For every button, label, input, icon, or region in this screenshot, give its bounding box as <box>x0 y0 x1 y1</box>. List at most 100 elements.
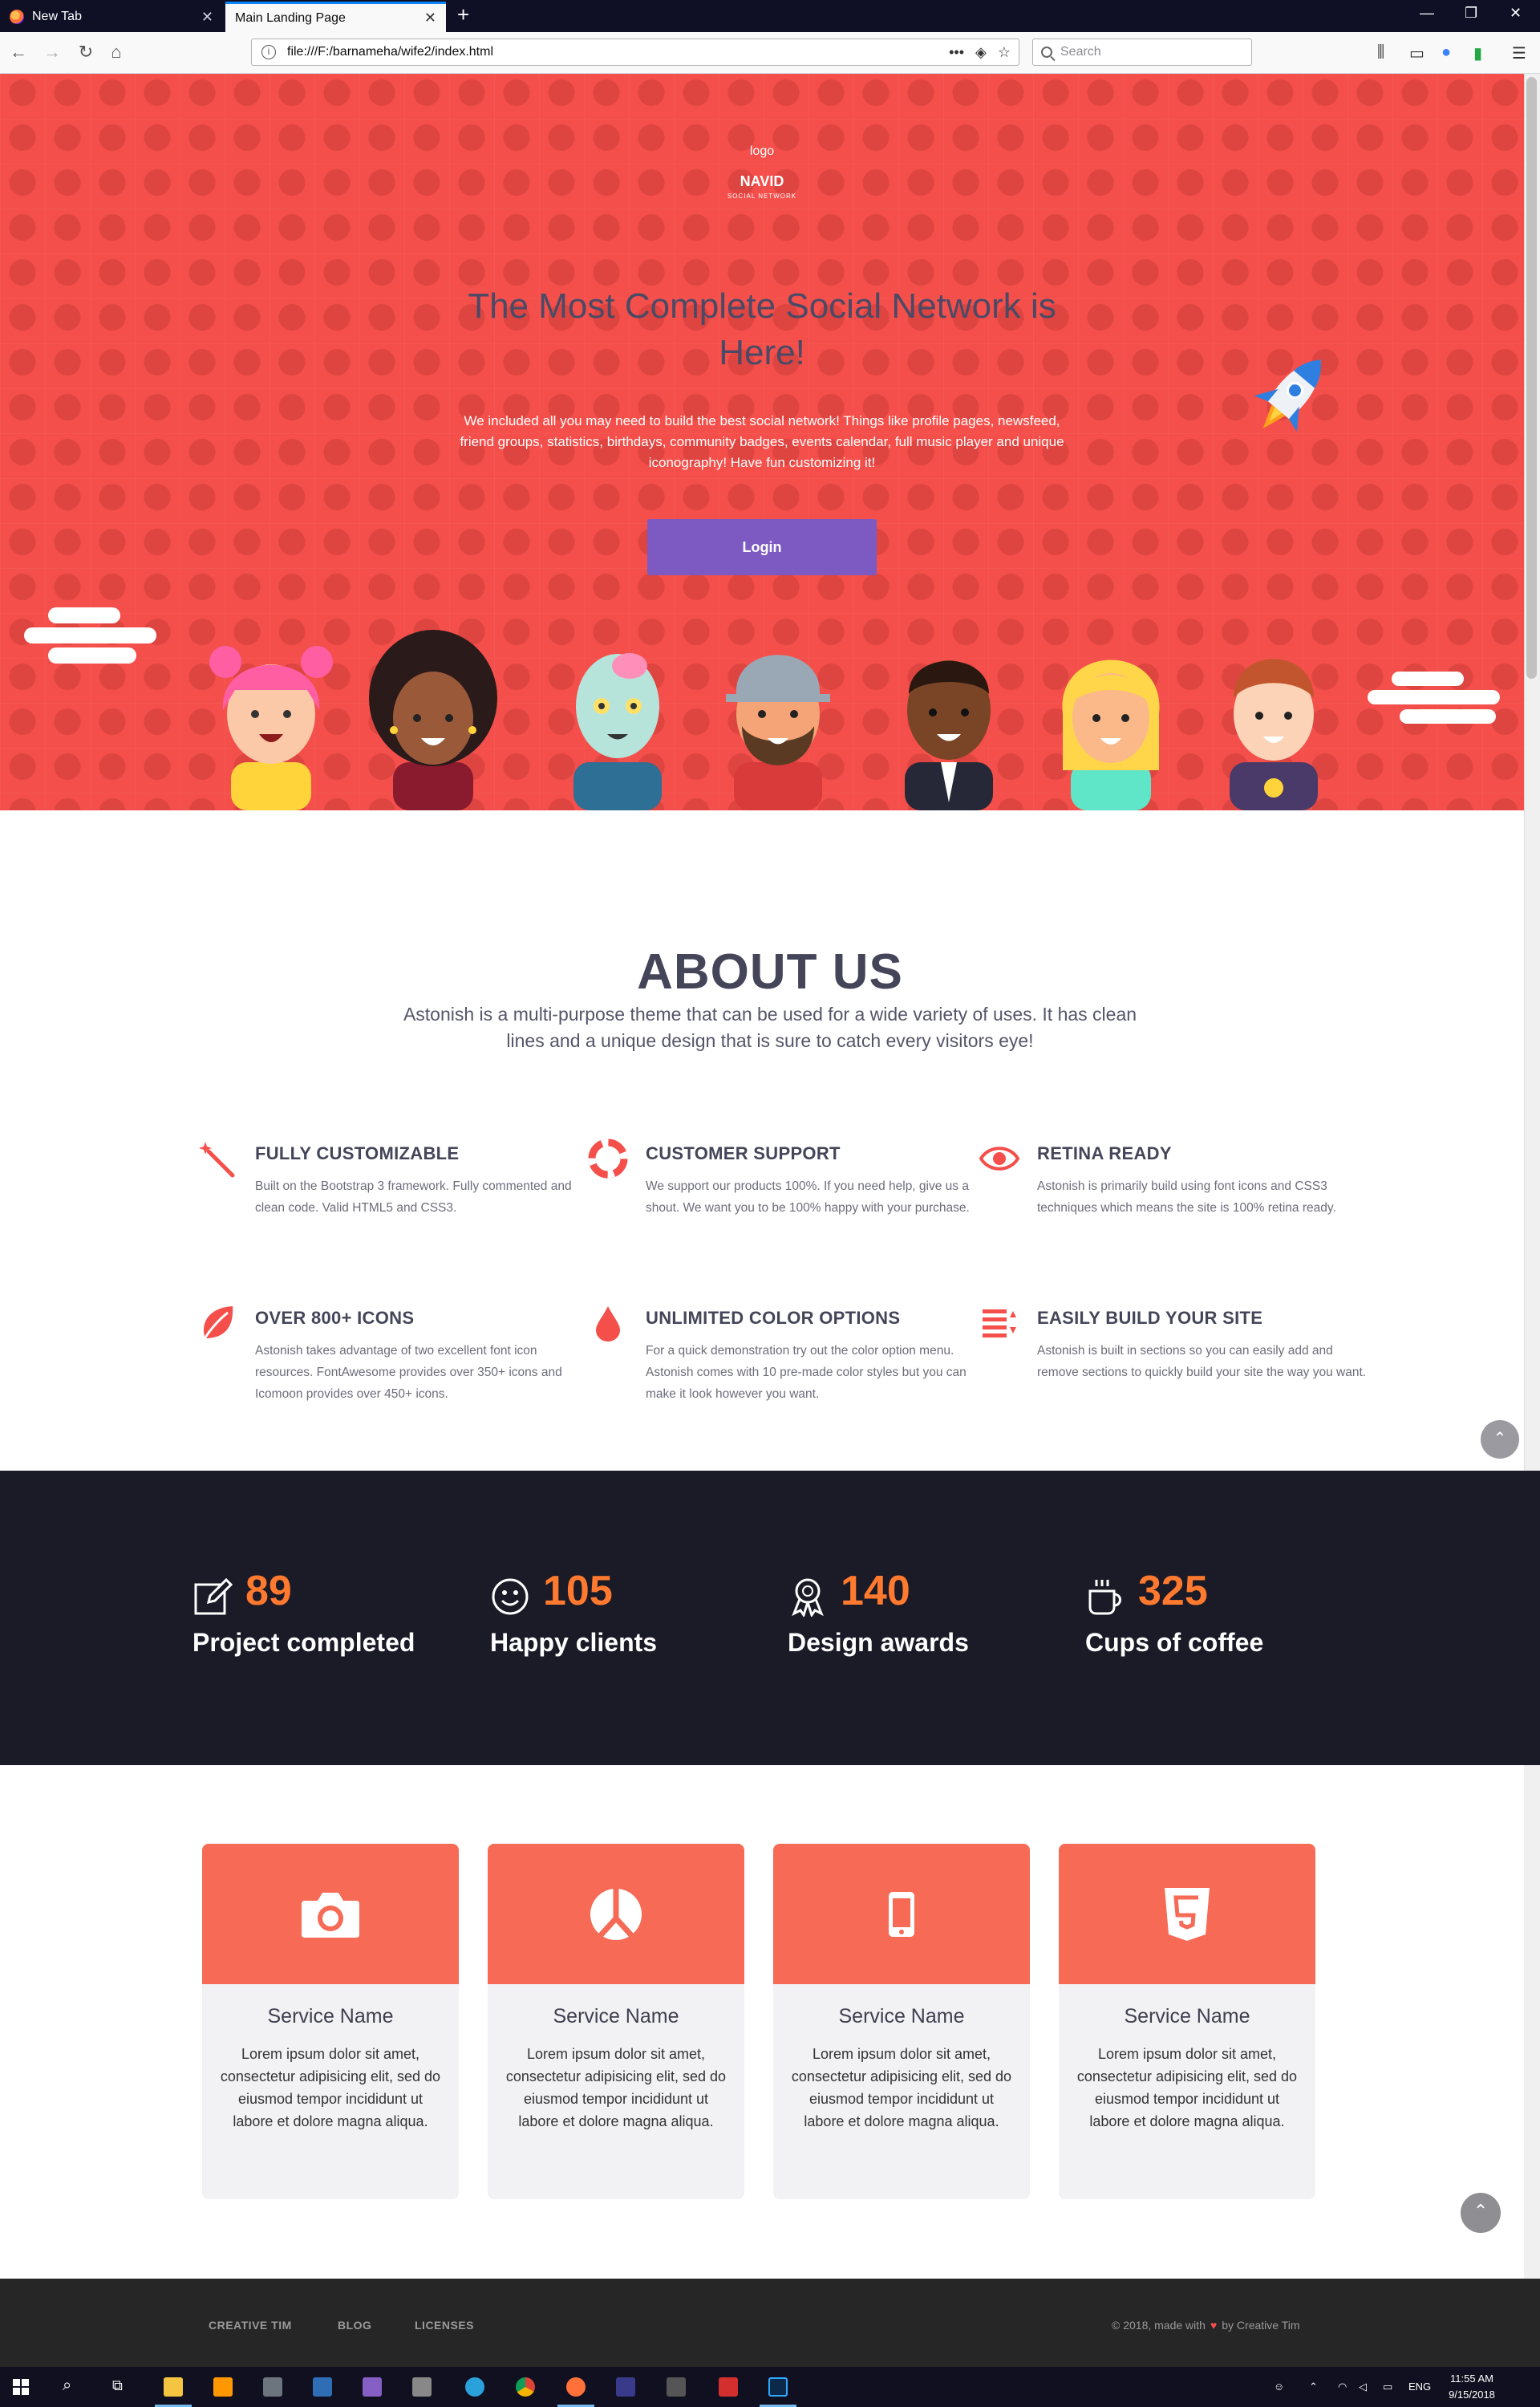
feature-text: Astonish takes advantage of two excellen… <box>255 1344 562 1401</box>
telegram-icon[interactable] <box>465 2377 484 2397</box>
service-title: Service Name <box>267 2005 394 2027</box>
windows-start-icon[interactable] <box>13 2379 29 2395</box>
footer-link-creative-tim[interactable]: CREATIVE TIM <box>209 2319 292 2332</box>
stat-label: Happy clients <box>490 1628 658 1657</box>
url-bar[interactable]: i file:///F:/barnameha/wife2/index.html … <box>251 39 1019 66</box>
feature-item: OVER 800+ ICONS Astonish takes advantage… <box>202 1306 592 1405</box>
stats-extension-icon[interactable]: ▮ <box>1473 43 1482 63</box>
calculator-icon[interactable] <box>667 2377 686 2397</box>
media-player-icon[interactable] <box>313 2377 332 2397</box>
scroll-to-top-button[interactable]: ⌃ <box>1481 1420 1519 1459</box>
cloud-left-illustration <box>24 607 156 664</box>
minimize-icon[interactable]: — <box>1420 5 1434 22</box>
cloud-right-illustration <box>1368 672 1500 724</box>
footer: CREATIVE TIM BLOG LICENSES © 2018, made … <box>0 2279 1540 2367</box>
service-card: Service Name Lorem ipsum dolor sit amet,… <box>202 1844 459 2199</box>
new-tab-button[interactable]: + <box>457 2 469 27</box>
reload-icon[interactable]: ↻ <box>75 42 96 63</box>
life-ring-icon <box>588 1139 628 1179</box>
restore-icon[interactable]: ❐ <box>1465 5 1477 22</box>
service-text: Lorem ipsum dolor sit amet, consectetur … <box>1076 2046 1298 2129</box>
feature-title: EASILY BUILD YOUR SITE <box>1037 1308 1263 1328</box>
filezilla-icon[interactable] <box>719 2377 738 2397</box>
network-icon[interactable]: ◠ <box>1338 2381 1347 2393</box>
search-icon[interactable]: ⌕ <box>63 2377 71 2395</box>
login-button[interactable]: Login <box>647 519 877 575</box>
info-icon[interactable]: i <box>261 45 276 59</box>
firefox-taskbar-icon[interactable] <box>566 2377 586 2397</box>
close-window-icon[interactable]: ✕ <box>1510 5 1522 22</box>
tab-new-tab[interactable]: New Tab ✕ <box>0 2 223 32</box>
character-redhead-boy <box>1230 659 1318 810</box>
feature-title: UNLIMITED COLOR OPTIONS <box>646 1308 901 1328</box>
heart-icon: ♥ <box>1210 2319 1218 2332</box>
store-icon[interactable] <box>263 2377 282 2397</box>
character-curly-hair-woman <box>369 630 497 810</box>
battery-icon[interactable]: ▭ <box>1383 2381 1392 2393</box>
edit-icon <box>194 1577 233 1615</box>
feature-title: RETINA READY <box>1037 1143 1172 1163</box>
peace-icon <box>590 1888 642 1940</box>
hero-section: logo NAVID SOCIAL NETWORK The Most Compl… <box>0 74 1524 810</box>
people-icon[interactable]: ☺ <box>1274 2381 1284 2393</box>
character-blonde-woman <box>1062 660 1160 810</box>
firefox-icon <box>10 10 24 24</box>
eye-icon <box>979 1147 1019 1171</box>
volume-icon[interactable]: ◁ <box>1359 2381 1367 2393</box>
feature-text: Astonish is built in sections so you can… <box>1037 1344 1367 1379</box>
file-explorer-icon[interactable] <box>164 2377 183 2397</box>
extension-icon[interactable]: ● <box>1441 43 1451 62</box>
tools-icon[interactable] <box>412 2377 432 2397</box>
about-description: Astonish is a multi-purpose theme that c… <box>403 1004 1137 1051</box>
forward-icon[interactable]: → <box>42 42 63 63</box>
feature-text: We support our products 100%. If you nee… <box>646 1179 970 1215</box>
brand-tagline: SOCIAL NETWORK <box>727 193 797 200</box>
show-hidden-icons[interactable]: ⌃ <box>1309 2381 1318 2393</box>
task-view-icon[interactable]: ⧉ <box>112 2377 123 2394</box>
chrome-icon[interactable] <box>516 2377 535 2397</box>
search-input[interactable]: Search <box>1032 39 1252 66</box>
character-zombie <box>573 653 662 810</box>
bookmark-star-icon[interactable]: ☆ <box>998 44 1011 61</box>
feature-text: For a quick demonstration try out the co… <box>646 1344 967 1401</box>
mail-icon[interactable] <box>616 2377 635 2397</box>
sidebar-icon[interactable]: ▭ <box>1409 43 1424 63</box>
menu-icon[interactable]: ☰ <box>1512 43 1526 63</box>
logo[interactable]: logo <box>0 144 1524 159</box>
magic-wand-icon <box>199 1142 235 1178</box>
service-text: Lorem ipsum dolor sit amet, consectetur … <box>791 2046 1012 2129</box>
feature-title: OVER 800+ ICONS <box>255 1308 415 1328</box>
close-icon[interactable]: ✕ <box>424 10 436 26</box>
feature-item: CUSTOMER SUPPORT We support our products… <box>588 1139 983 1219</box>
language-indicator[interactable]: ENG <box>1408 2381 1431 2393</box>
character-man-suit <box>905 660 993 810</box>
character-pink-hair-girl <box>209 646 333 810</box>
taskbar-clock[interactable]: 11:55 AM 9/15/2018 <box>1436 2371 1508 2403</box>
tab-label: New Tab <box>32 10 82 23</box>
stat-number: 89 <box>245 1568 292 1614</box>
visual-studio-icon[interactable] <box>363 2377 382 2397</box>
scrollbar-thumb[interactable] <box>1526 77 1537 679</box>
footer-link-licenses[interactable]: LICENSES <box>415 2319 474 2332</box>
back-icon[interactable]: ← <box>8 42 29 63</box>
photoshop-icon[interactable] <box>768 2377 788 2397</box>
pocket-icon[interactable]: ◈ <box>975 44 987 61</box>
library-icon[interactable]: ⫼ <box>1377 43 1384 62</box>
footer-copyright: © 2018, made with ♥ by Creative Tim <box>1112 2319 1300 2332</box>
sublime-text-icon[interactable] <box>213 2377 233 2397</box>
service-title: Service Name <box>553 2005 679 2027</box>
rocket-illustration <box>1254 359 1321 432</box>
scroll-to-top-button[interactable]: ⌃ <box>1461 2193 1501 2233</box>
close-icon[interactable]: ✕ <box>201 9 213 26</box>
browser-toolbar: ← → ↻ ⌂ i file:///F:/barnameha/wife2/ind… <box>0 32 1540 74</box>
page-actions-icon[interactable]: ••• <box>949 44 964 61</box>
drop-icon <box>596 1306 620 1342</box>
html5-icon <box>1165 1887 1210 1941</box>
tab-main-landing-page[interactable]: Main Landing Page ✕ <box>225 2 446 32</box>
home-icon[interactable]: ⌂ <box>106 42 127 63</box>
windows-taskbar: ⌕ ⧉ ☺ ⌃ ◠ ◁ ▭ ENG 11:55 AM 9/15/2018 <box>0 2367 1540 2407</box>
url-text[interactable]: file:///F:/barnameha/wife2/index.html <box>287 45 493 59</box>
footer-link-blog[interactable]: BLOG <box>338 2319 371 2332</box>
service-card: Service Name Lorem ipsum dolor sit amet,… <box>1059 1844 1315 2199</box>
leaf-icon <box>202 1306 233 1341</box>
